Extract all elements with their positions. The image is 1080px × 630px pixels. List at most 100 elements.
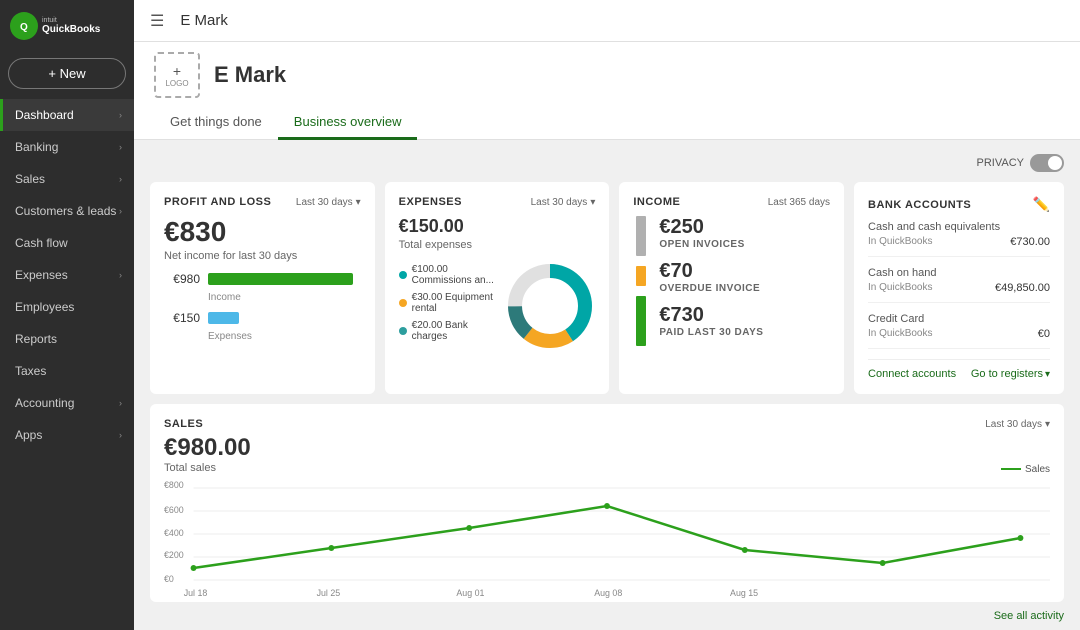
exp-dot-2 [399, 299, 407, 307]
topbar: ☰ E Mark [134, 0, 1080, 42]
income-card: INCOME Last 365 days [619, 182, 844, 394]
income-title: INCOME [633, 196, 680, 208]
privacy-label: PRIVACY [977, 157, 1024, 169]
chevron-down-icon: ▾ [1045, 419, 1050, 430]
qb-icon: Q [10, 12, 38, 40]
profit-loss-card: PROFIT AND LOSS Last 30 days ▾ €830 Net … [150, 182, 375, 394]
exp-legend-item: €100.00 Commissions an... [399, 264, 496, 286]
income-period[interactable]: Last 365 days [768, 197, 830, 208]
sidebar-item-taxes[interactable]: Taxes [0, 355, 134, 387]
pnl-income-bar [208, 273, 353, 285]
svg-text:€400: €400 [164, 528, 184, 538]
bank-in-qb-label: In QuickBooks [868, 236, 932, 248]
chevron-right-icon: › [119, 270, 122, 280]
expenses-donut-chart [505, 261, 595, 351]
sidebar-item-label: Employees [15, 300, 74, 314]
bank-section-cash-equiv: Cash and cash equivalents In QuickBooks … [868, 221, 1050, 257]
hamburger-icon[interactable]: ☰ [150, 11, 164, 31]
chevron-right-icon: › [119, 110, 122, 120]
open-invoices-value: €250 [659, 216, 763, 239]
privacy-row: PRIVACY [150, 154, 1064, 172]
go-to-registers-link[interactable]: Go to registers [971, 368, 1043, 380]
sidebar-item-apps[interactable]: Apps › [0, 419, 134, 451]
exp-sub: Total expenses [399, 239, 596, 251]
edit-icon[interactable]: ✏️ [1033, 196, 1050, 213]
sidebar-item-customers[interactable]: Customers & leads › [0, 195, 134, 227]
pnl-period[interactable]: Last 30 days ▾ [296, 197, 361, 208]
svg-text:€0: €0 [164, 574, 174, 584]
sidebar-item-employees[interactable]: Employees [0, 291, 134, 323]
main-content: ☰ E Mark + LOGO E Mark Get things done B… [134, 0, 1080, 630]
pnl-income-value: €980 [164, 272, 200, 286]
exp-dot-3 [399, 327, 407, 335]
exp-legend: €100.00 Commissions an... €30.00 Equipme… [399, 264, 496, 348]
bank-accounts-card: BANK ACCOUNTS ✏️ Cash and cash equivalen… [854, 182, 1064, 394]
bank-footer: Connect accounts Go to registers ▾ [868, 359, 1050, 380]
pnl-title: PROFIT AND LOSS [164, 196, 271, 208]
sidebar-item-cashflow[interactable]: Cash flow [0, 227, 134, 259]
expenses-card: EXPENSES Last 30 days ▾ €150.00 Total ex… [385, 182, 610, 394]
svg-text:€200: €200 [164, 550, 184, 560]
bank-section-cash-hand: Cash on hand In QuickBooks €49,850.00 [868, 267, 1050, 303]
overdue-value: €70 [659, 260, 763, 283]
pnl-main-value: €830 [164, 216, 361, 248]
sidebar-item-reports[interactable]: Reports [0, 323, 134, 355]
svg-text:€800: €800 [164, 480, 184, 490]
sales-header: SALES Last 30 days ▾ [164, 418, 1050, 430]
sales-main-value: €980.00 [164, 434, 1050, 462]
sales-legend-line [1001, 468, 1021, 470]
toggle-knob [1048, 156, 1062, 170]
overdue-label: OVERDUE INVOICE [659, 283, 763, 294]
sidebar-item-sales[interactable]: Sales › [0, 163, 134, 195]
sidebar: Q intuit QuickBooks + New Dashboard › Ba… [0, 0, 134, 630]
sales-sub: Total sales [164, 462, 216, 474]
bank-in-qb-label: In QuickBooks [868, 328, 932, 340]
income-paid: €730 PAID LAST 30 DAYS [659, 304, 763, 338]
svg-text:Jul 25: Jul 25 [317, 588, 341, 598]
exp-period[interactable]: Last 30 days ▾ [531, 197, 596, 208]
company-logo-upload[interactable]: + LOGO [154, 52, 200, 98]
exp-dot-1 [399, 271, 407, 279]
see-all-activity[interactable]: See all activity [134, 602, 1080, 630]
svg-text:Aug 15: Aug 15 [730, 588, 758, 598]
income-bar-chart [633, 216, 649, 346]
intuit-label: intuit [42, 17, 100, 24]
sidebar-item-label: Customers & leads [15, 204, 116, 218]
sidebar-item-label: Reports [15, 332, 57, 346]
top-cards-row: PROFIT AND LOSS Last 30 days ▾ €830 Net … [150, 182, 1064, 394]
pnl-sub-label: Net income for last 30 days [164, 250, 361, 262]
quickbooks-logo: Q intuit QuickBooks [10, 12, 100, 40]
bank-amount: €730.00 [1010, 236, 1050, 248]
svg-text:€600: €600 [164, 505, 184, 515]
new-button[interactable]: + New [8, 58, 126, 89]
sidebar-item-banking[interactable]: Banking › [0, 131, 134, 163]
app-title: QuickBooks [42, 24, 100, 35]
income-body: €250 OPEN INVOICES €70 OVERDUE INVOICE €… [633, 216, 830, 348]
chevron-right-icon: › [119, 142, 122, 152]
sidebar-item-accounting[interactable]: Accounting › [0, 387, 134, 419]
tab-business-overview[interactable]: Business overview [278, 106, 418, 140]
bank-amount: €0 [1038, 328, 1050, 340]
sidebar-item-label: Apps [15, 428, 42, 442]
sales-period[interactable]: Last 30 days ▾ [985, 419, 1050, 430]
privacy-toggle[interactable] [1030, 154, 1064, 172]
sidebar-item-dashboard[interactable]: Dashboard › [0, 99, 134, 131]
bank-in-qb-label: In QuickBooks [868, 282, 932, 294]
bank-section-name: Cash on hand [868, 267, 1050, 279]
logo-text: LOGO [165, 79, 188, 88]
paid-value: €730 [659, 304, 763, 327]
sidebar-item-label: Accounting [15, 396, 74, 410]
chevron-right-icon: › [119, 206, 122, 216]
svg-text:Q: Q [20, 22, 28, 33]
income-details: €250 OPEN INVOICES €70 OVERDUE INVOICE €… [659, 216, 763, 348]
income-open-invoices: €250 OPEN INVOICES [659, 216, 763, 250]
topbar-company: E Mark [180, 12, 228, 29]
bank-section-name: Credit Card [868, 313, 1050, 325]
sidebar-item-expenses[interactable]: Expenses › [0, 259, 134, 291]
bank-section-name: Cash and cash equivalents [868, 221, 1050, 233]
tab-get-things-done[interactable]: Get things done [154, 106, 278, 140]
exp-legend-item: €30.00 Equipment rental [399, 292, 496, 314]
connect-accounts-link[interactable]: Connect accounts [868, 368, 956, 380]
tabs: Get things done Business overview [154, 106, 1060, 139]
pnl-expense-bar [208, 312, 239, 324]
